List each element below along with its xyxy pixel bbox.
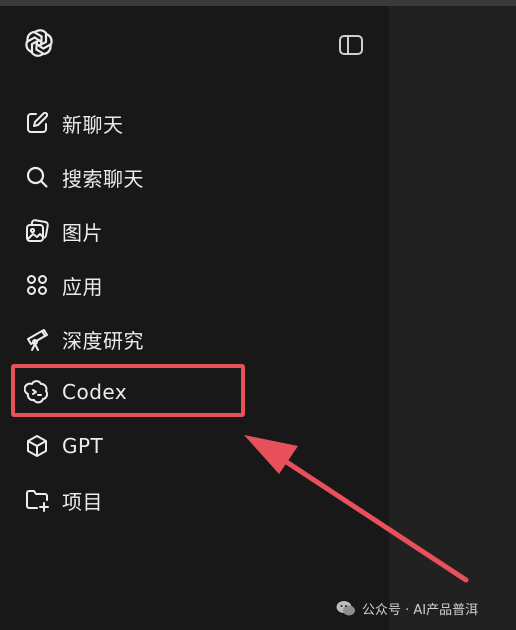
sidebar-item-label: 搜索聊天 xyxy=(62,166,144,191)
watermark-text: 公众号 · AI产品普洱 xyxy=(362,602,479,618)
wechat-icon xyxy=(336,600,355,615)
image-icon xyxy=(24,218,50,244)
sidebar-toggle-button[interactable] xyxy=(336,30,366,60)
cube-icon xyxy=(24,433,50,459)
watermark: 公众号 · AI产品普洱 xyxy=(336,597,478,619)
folder-plus-icon xyxy=(24,487,50,513)
sidebar-toggle-icon xyxy=(339,35,363,55)
sidebar-item-label: 新聊天 xyxy=(62,112,124,137)
sidebar-item-label: 项目 xyxy=(62,489,103,514)
sidebar-item-new-chat[interactable]: 新聊天 xyxy=(14,101,374,145)
sidebar-item-search-chat[interactable]: 搜索聊天 xyxy=(14,155,374,199)
sidebar-item-images[interactable]: 图片 xyxy=(14,209,374,253)
sidebar-item-projects[interactable]: 项目 xyxy=(14,478,374,522)
sidebar-item-deep-research[interactable]: 深度研究 xyxy=(14,317,374,361)
sidebar-item-gpt[interactable]: GPT xyxy=(14,424,374,468)
telescope-icon xyxy=(24,326,50,352)
search-icon xyxy=(24,164,50,190)
sidebar-item-label: GPT xyxy=(62,434,104,458)
sidebar-item-apps[interactable]: 应用 xyxy=(14,263,374,307)
sidebar-item-label: 深度研究 xyxy=(62,328,144,353)
sidebar-item-label: 应用 xyxy=(62,274,103,299)
sidebar-item-label: 图片 xyxy=(62,220,103,245)
apps-icon xyxy=(24,272,50,298)
highlight-box xyxy=(11,364,245,417)
openai-logo-icon[interactable] xyxy=(22,26,56,60)
main-area xyxy=(389,6,516,630)
edit-icon xyxy=(24,110,50,136)
